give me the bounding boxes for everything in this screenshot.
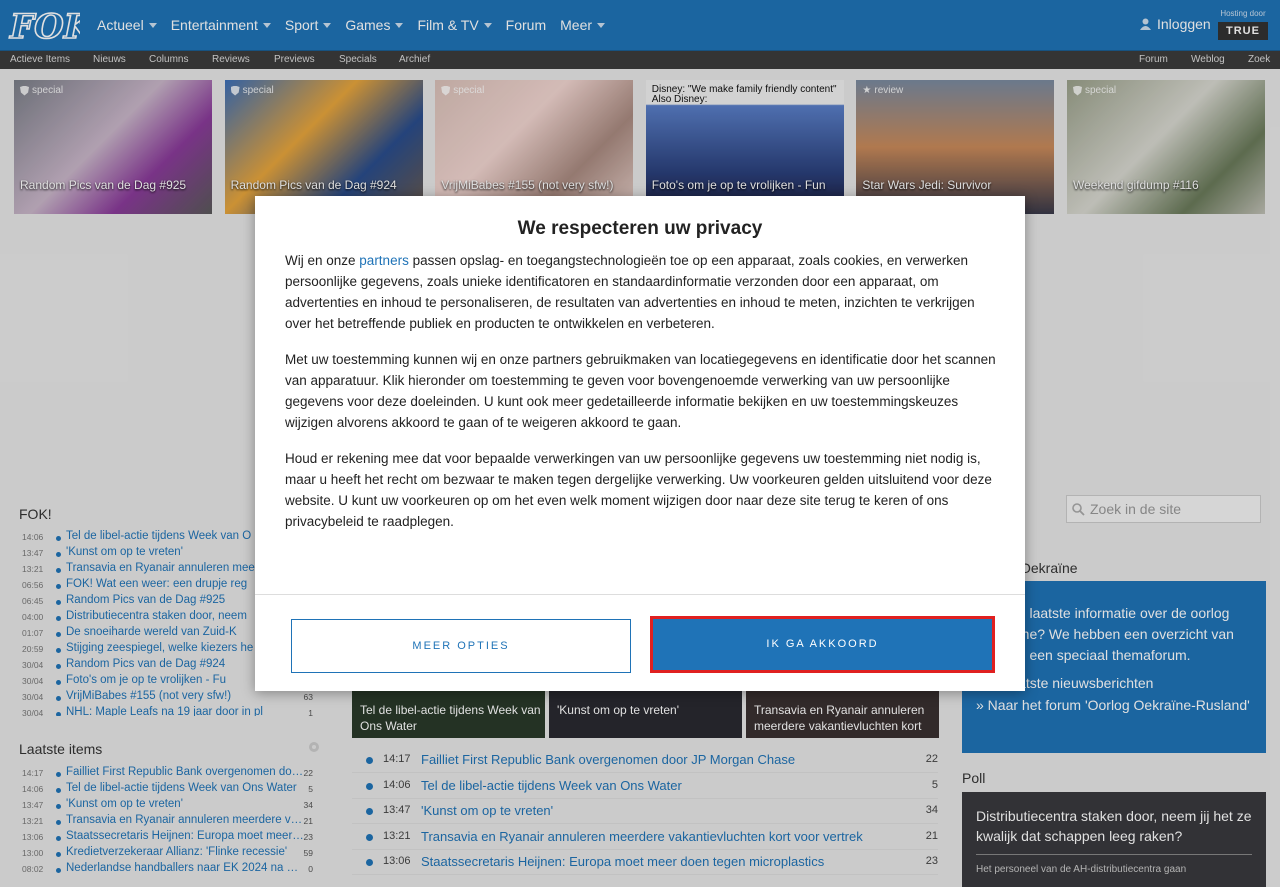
modal-paragraph-2: Met uw toestemming kunnen wij en onze pa… [285,352,996,430]
p1-pre: Wij en onze [285,253,360,268]
privacy-modal: We respecteren uw privacy Wij en onze pa… [255,196,1025,691]
modal-paragraph-1: Wij en onze partners passen opslag- en t… [285,250,997,334]
modal-footer: MEER OPTIES IK GA AKKOORD [255,594,1025,691]
agree-button[interactable]: IK GA AKKOORD [650,616,995,673]
partners-link[interactable]: partners [359,253,409,268]
modal-paragraph-3: Houd er rekening mee dat voor bepaalde v… [285,451,992,529]
modal-title: We respecteren uw privacy [517,218,763,239]
more-options-button[interactable]: MEER OPTIES [291,619,631,673]
